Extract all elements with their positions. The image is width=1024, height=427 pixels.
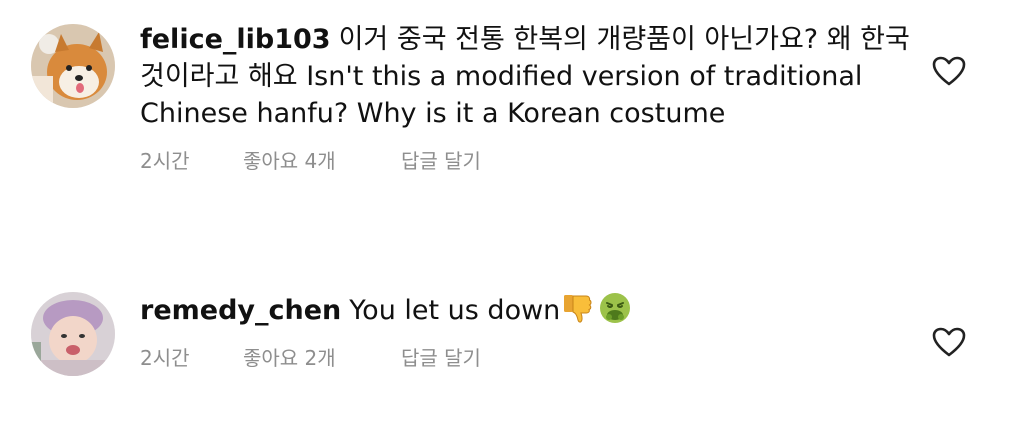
reply-button[interactable]: 답글 달기 [401, 345, 481, 371]
comment-time: 2시간 [140, 346, 190, 370]
comment-text: remedy_chen You let us down [140, 291, 910, 335]
comment-time: 2시간 [140, 149, 190, 173]
comment-username[interactable]: felice_lib103 [140, 24, 331, 55]
nauseated-face-emoji [598, 291, 632, 335]
thumbs-down-emoji [562, 291, 596, 335]
heart-outline-icon[interactable] [931, 55, 967, 87]
comment-likes[interactable]: 좋아요 2개 [243, 345, 401, 371]
comment-text: felice_lib103 이거 중국 전통 한복의 개량품이 아닌가요? 왜 한… [140, 21, 910, 132]
baby-avatar[interactable] [31, 292, 115, 376]
comment-meta: 2시간 좋아요 4개 답글 달기 [140, 148, 910, 174]
heart-outline-icon[interactable] [931, 326, 967, 358]
comment-content: You let us down [349, 295, 561, 326]
shiba-dog-avatar[interactable] [31, 24, 115, 108]
comment-meta: 2시간 좋아요 2개 답글 달기 [140, 345, 910, 371]
comment-body: felice_lib103 이거 중국 전통 한복의 개량품이 아닌가요? 왜 한… [140, 21, 910, 174]
reply-button[interactable]: 답글 달기 [401, 148, 481, 174]
comment-body: remedy_chen You let us down 2시간 좋아요 2개 답글… [140, 291, 910, 371]
comment-likes[interactable]: 좋아요 4개 [243, 148, 401, 174]
comment-username[interactable]: remedy_chen [140, 295, 341, 326]
